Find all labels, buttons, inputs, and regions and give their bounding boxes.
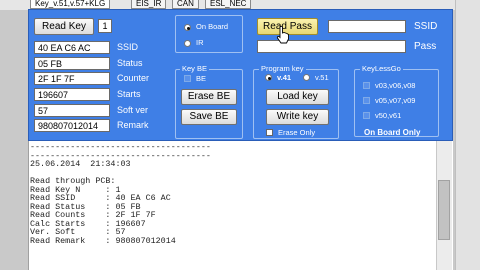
v41-radio[interactable] (265, 74, 272, 81)
status-label: Status (117, 58, 143, 68)
app-window: Key_v.51,v.57+KLG EIS_IR CAN ESL_NEC Rea… (0, 0, 480, 270)
key-number-field[interactable]: 1 (98, 19, 112, 33)
remark-label: Remark (117, 120, 149, 130)
klg-option-2-label: v05,v07,v09 (375, 96, 416, 105)
source-group (175, 15, 243, 53)
pass-label: Pass (414, 41, 437, 52)
counter-label: Counter (117, 73, 150, 83)
ir-label: IR (196, 38, 204, 47)
ssid-pass-field[interactable] (328, 20, 406, 33)
starts-field[interactable]: 196607 (34, 88, 110, 101)
status-field[interactable]: 05 FB (34, 57, 110, 70)
ssid-field[interactable]: 40 EA C6 AC (34, 41, 110, 54)
klg-option-2-checkbox[interactable] (363, 97, 370, 104)
on-board-radio[interactable] (184, 24, 191, 31)
soft-ver-label: Soft ver (117, 105, 149, 115)
save-be-button[interactable]: Save BE (181, 109, 237, 125)
load-key-button[interactable]: Load key (266, 89, 329, 105)
be-checkbox[interactable] (184, 75, 191, 82)
v51-radio[interactable] (303, 74, 310, 81)
hand-cursor-icon (276, 26, 289, 44)
ir-radio[interactable] (184, 40, 191, 47)
log-text: ------------------------------------ ---… (30, 143, 211, 246)
on-board-label: On Board (196, 22, 229, 31)
starts-label: Starts (117, 89, 141, 99)
erase-only-checkbox[interactable] (266, 129, 273, 136)
v51-label: v.51 (315, 73, 329, 82)
v41-label: v.41 (277, 73, 292, 82)
tab-eis-ir[interactable]: EIS_IR (131, 0, 167, 9)
soft-ver-field[interactable]: 57 (34, 104, 110, 117)
read-pass-ssid-label: SSID (414, 21, 438, 32)
program-key-title: Program key (259, 64, 306, 73)
counter-field[interactable]: 2F 1F 7F (34, 72, 110, 85)
tab-esl-nec[interactable]: ESL_NEC (205, 0, 252, 9)
klg-option-3-label: v50,v61 (375, 111, 402, 120)
write-key-button[interactable]: Write key (266, 109, 329, 125)
read-key-button[interactable]: Read Key (34, 18, 94, 35)
ssid-label: SSID (117, 42, 139, 52)
erase-only-label: Erase Only (278, 128, 316, 137)
klg-option-1-label: v03,v06,v08 (375, 81, 416, 90)
tab-can[interactable]: CAN (172, 0, 199, 9)
on-board-only-label: On Board Only (364, 128, 421, 137)
log-line: 25.06.2014 21:34:03 (30, 159, 131, 170)
klg-option-3-checkbox[interactable] (363, 112, 370, 119)
window-right-edge (455, 0, 480, 270)
klg-option-1-checkbox[interactable] (363, 82, 370, 89)
key-be-title: Key BE (180, 64, 210, 73)
log-line: Read Remark : 980807012014 (30, 236, 176, 247)
be-label: BE (196, 74, 207, 83)
remark-field[interactable]: 980807012014 (34, 119, 110, 132)
tab-key-v51-v57-klg[interactable]: Key_v.51,v.57+KLG (30, 0, 111, 9)
keylessgo-title: KeyLessGo (360, 64, 403, 73)
erase-be-button[interactable]: Erase BE (181, 89, 237, 105)
log-scrollbar-thumb[interactable] (438, 180, 450, 240)
